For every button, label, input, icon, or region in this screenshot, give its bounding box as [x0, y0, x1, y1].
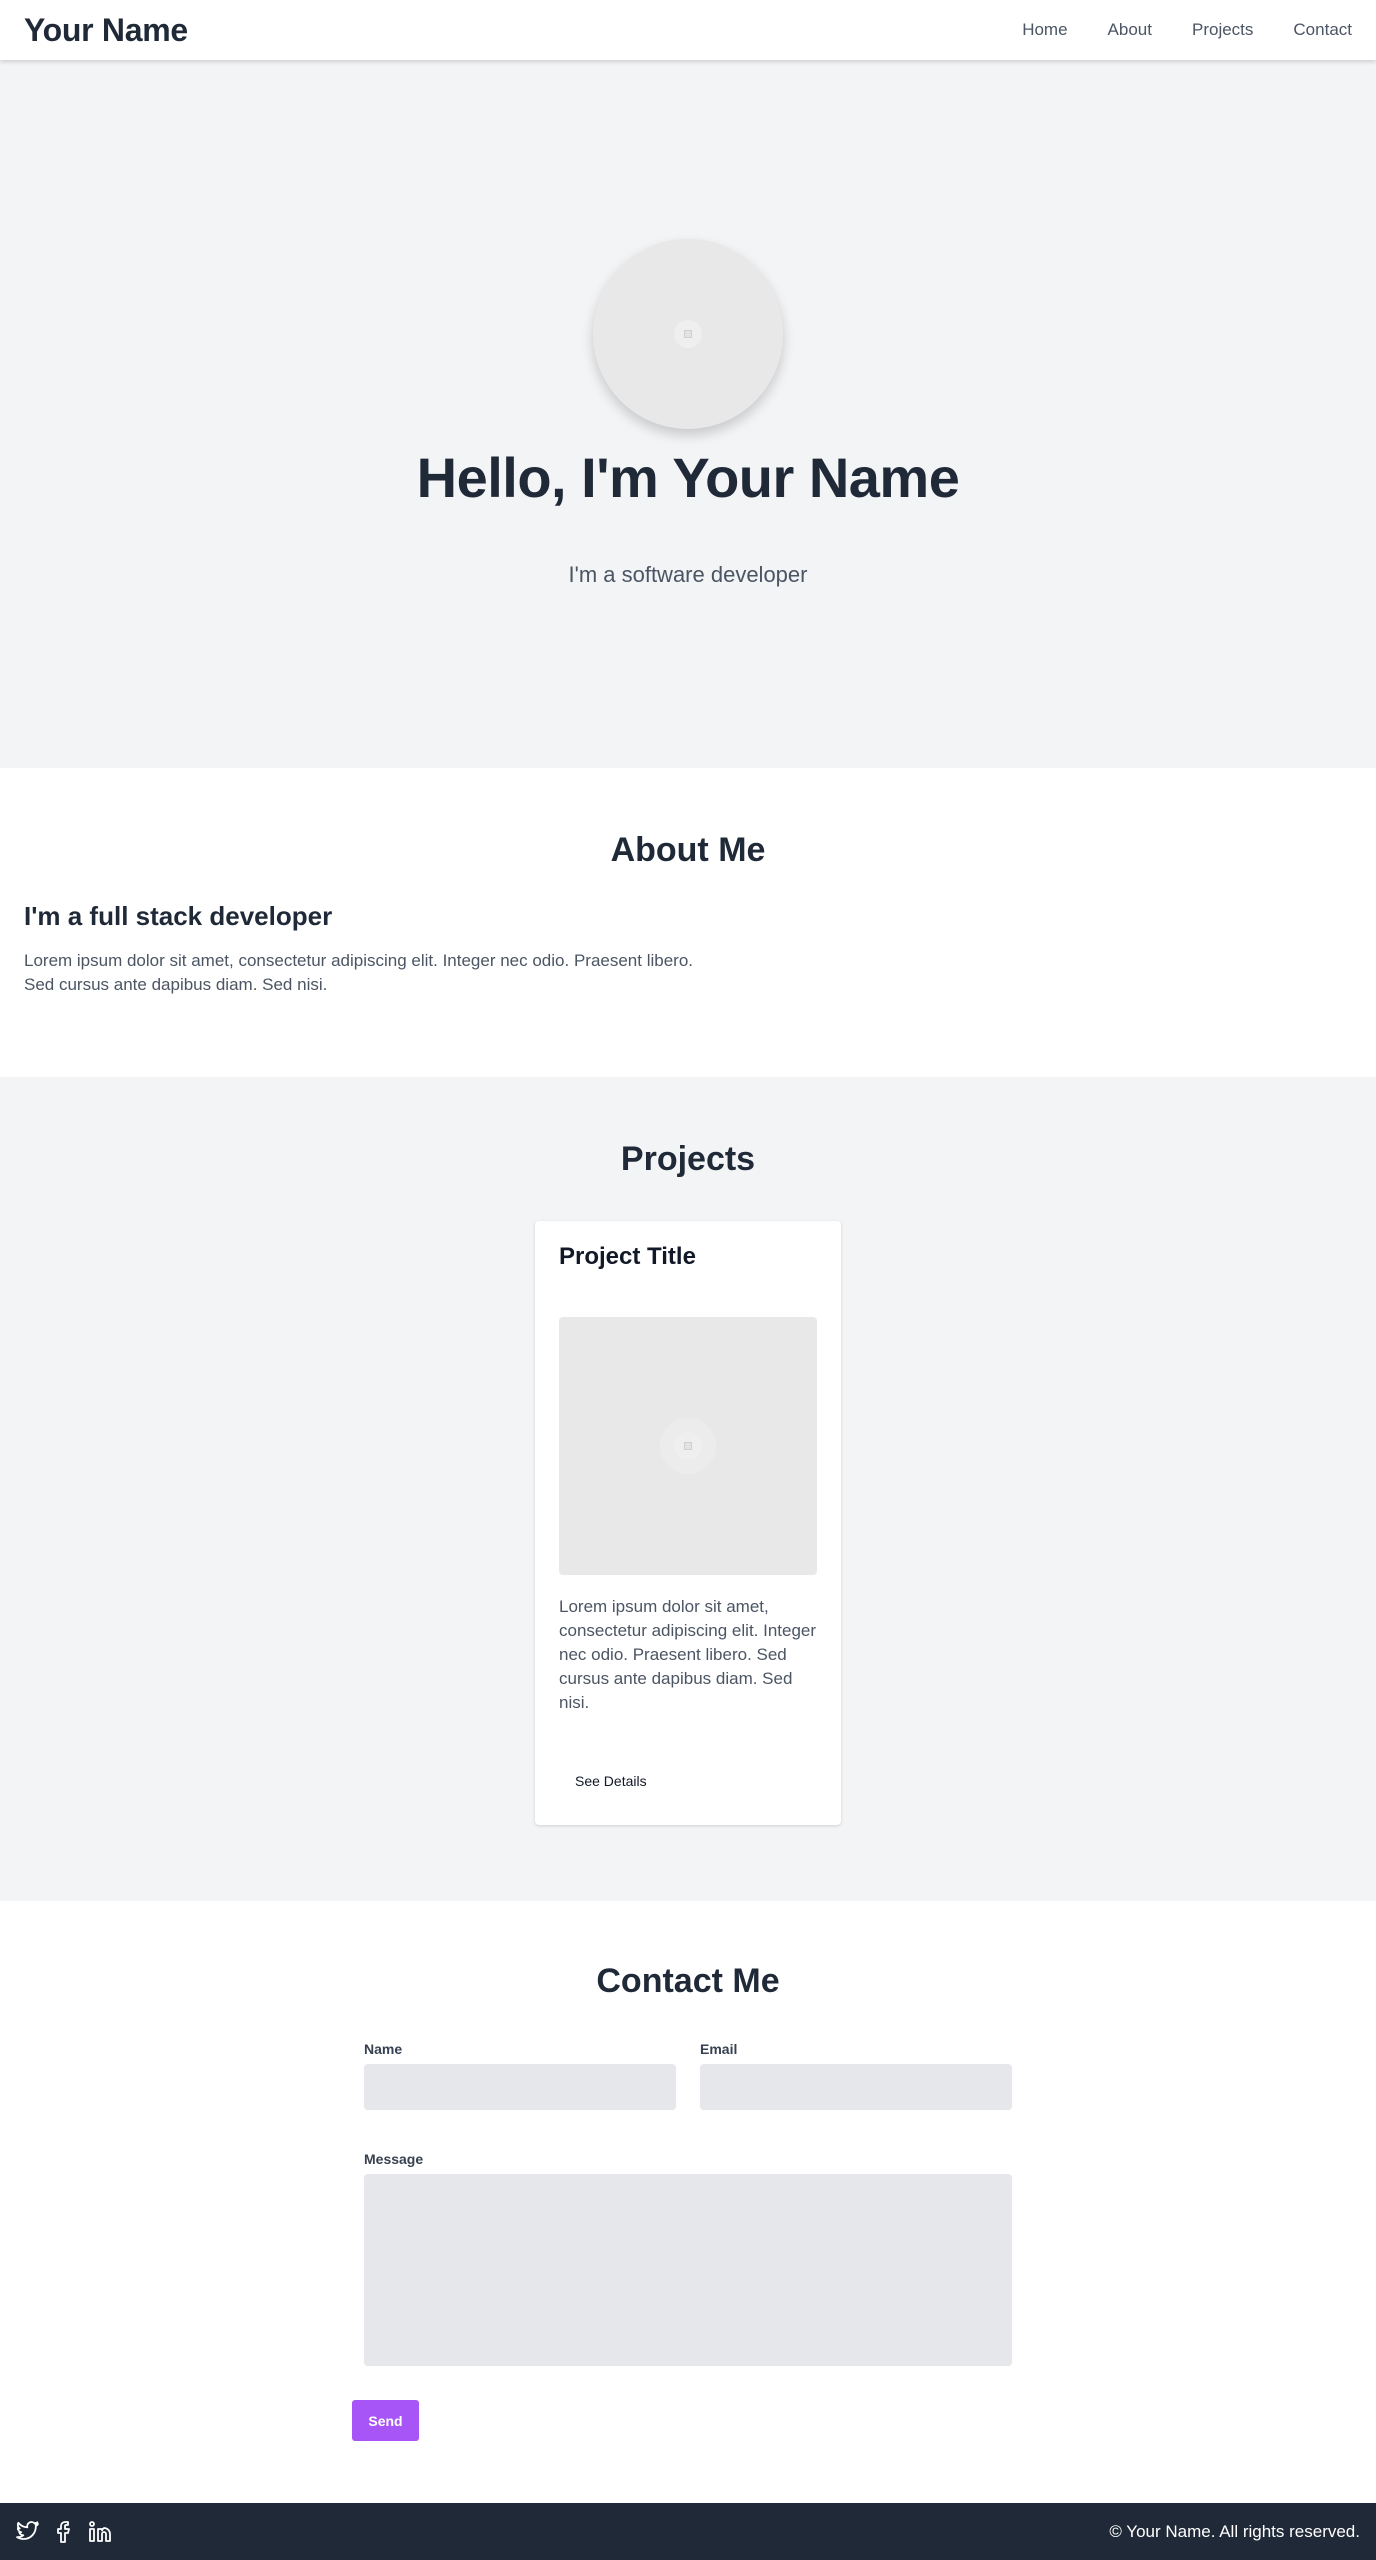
about-title: About Me [610, 831, 766, 869]
site-header: Your Name Home About Projects Contact [0, 0, 1376, 60]
social-links [16, 2520, 112, 2544]
message-label: Message [364, 2151, 424, 2167]
brand-name[interactable]: Your Name [24, 12, 188, 49]
projects-title: Projects [620, 1140, 756, 1178]
nav-home[interactable]: Home [1022, 20, 1067, 40]
projects-section: Projects Project Title Lorem ipsum dolor… [0, 1077, 1376, 1901]
project-title: Project Title [559, 1243, 696, 1270]
see-details-button[interactable]: See Details [559, 1761, 663, 1801]
send-button[interactable]: Send [352, 2400, 419, 2441]
name-field[interactable] [364, 2064, 676, 2110]
twitter-icon[interactable] [16, 2520, 40, 2543]
image-placeholder-icon [674, 1432, 702, 1460]
copyright-text: © Your Name. All rights reserved. [1109, 2521, 1360, 2541]
email-label: Email [700, 2041, 738, 2057]
name-label: Name [364, 2041, 403, 2057]
main-nav: Home About Projects Contact [982, 20, 1352, 40]
project-card: Project Title Lorem ipsum dolor sit amet… [535, 1221, 841, 1825]
nav-contact[interactable]: Contact [1293, 20, 1352, 40]
hero-section: Hello, I'm Your Name I'm a software deve… [0, 60, 1376, 768]
message-field[interactable] [364, 2174, 1012, 2366]
nav-about[interactable]: About [1108, 20, 1152, 40]
about-section: About Me I'm a full stack developer Lore… [0, 768, 1376, 1077]
hero-title: Hello, I'm Your Name [416, 446, 960, 509]
about-text: Lorem ipsum dolor sit amet, consectetur … [24, 951, 694, 994]
site-footer: © Your Name. All rights reserved. [0, 2503, 1376, 2560]
hero-subtitle: I'm a software developer [568, 562, 808, 587]
email-field[interactable] [700, 2064, 1012, 2110]
facebook-icon[interactable] [56, 2520, 72, 2544]
project-description: Lorem ipsum dolor sit amet, consectetur … [559, 1597, 817, 1712]
contact-section: Contact Me Name Email Message Send [0, 1901, 1376, 2503]
nav-projects[interactable]: Projects [1192, 20, 1253, 40]
image-placeholder-icon [674, 320, 702, 348]
linkedin-icon[interactable] [88, 2520, 112, 2544]
avatar [593, 239, 783, 429]
project-image [559, 1317, 817, 1575]
about-heading: I'm a full stack developer [24, 901, 333, 931]
contact-title: Contact Me [596, 1962, 780, 2000]
